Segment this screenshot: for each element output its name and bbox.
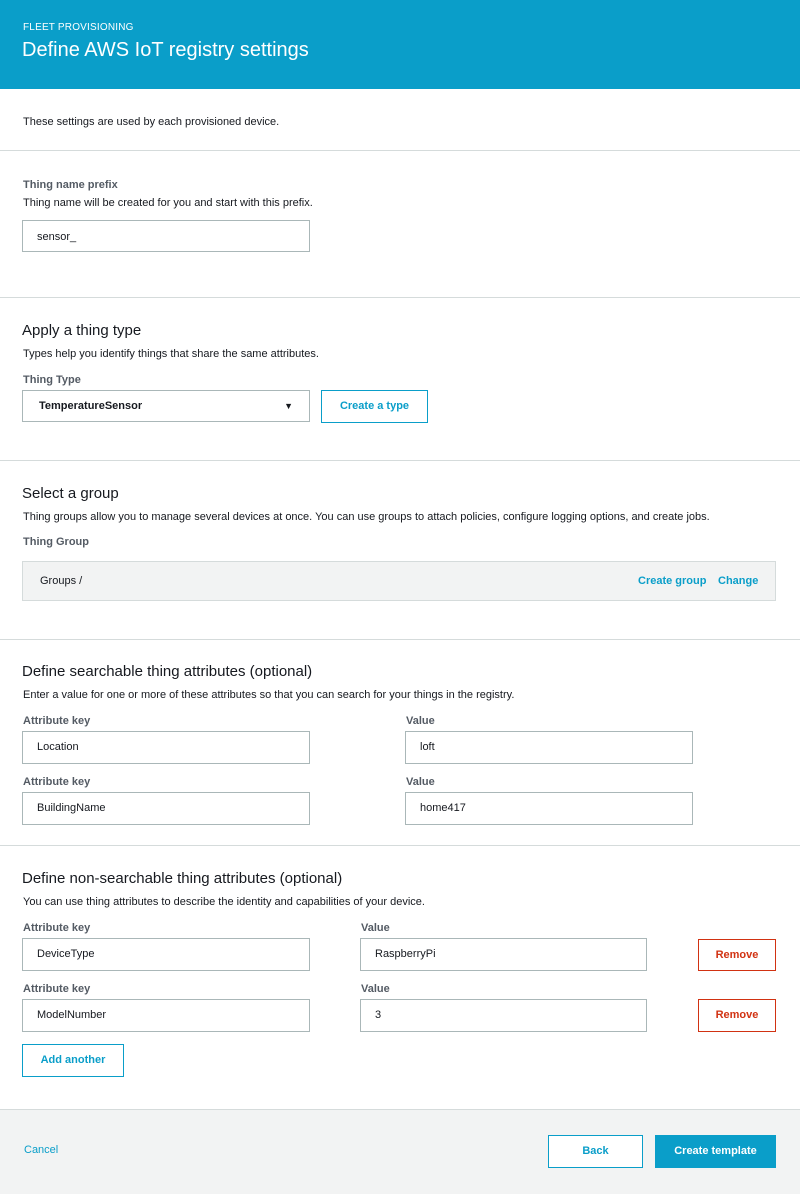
attribute-key-label: Attribute key <box>23 776 91 788</box>
group-heading: Select a group <box>22 485 119 502</box>
nonsearchable-key-input[interactable]: ModelNumber <box>22 999 310 1032</box>
attribute-key-label: Attribute key <box>23 715 91 727</box>
section-divider <box>0 150 800 151</box>
intro-text: These settings are used by each provisio… <box>23 116 280 128</box>
searchable-value-input[interactable]: home417 <box>405 792 693 825</box>
thing-type-description: Types help you identify things that shar… <box>23 348 319 360</box>
thing-type-select[interactable]: TemperatureSensor ▼ <box>22 390 310 422</box>
group-path: Groups / <box>40 575 83 587</box>
add-another-button[interactable]: Add another <box>22 1044 124 1077</box>
attribute-value-label: Value <box>361 983 390 995</box>
thing-name-prefix-input[interactable]: sensor_ <box>22 220 310 252</box>
searchable-attributes-description: Enter a value for one or more of these a… <box>23 689 515 701</box>
back-button[interactable]: Back <box>548 1135 643 1168</box>
nonsearchable-value-input[interactable]: RaspberryPi <box>360 938 647 971</box>
searchable-key-input[interactable]: Location <box>22 731 310 764</box>
thing-type-label: Thing Type <box>23 374 81 386</box>
create-template-button[interactable]: Create template <box>655 1135 776 1168</box>
caret-down-icon: ▼ <box>284 401 293 411</box>
searchable-key-input[interactable]: BuildingName <box>22 792 310 825</box>
thing-name-description: Thing name will be created for you and s… <box>23 197 313 209</box>
nonsearchable-attributes-description: You can use thing attributes to describe… <box>23 896 425 908</box>
create-type-button[interactable]: Create a type <box>321 390 428 423</box>
searchable-value-input[interactable]: loft <box>405 731 693 764</box>
thing-name-label: Thing name prefix <box>23 179 118 191</box>
create-group-link[interactable]: Create group <box>638 575 706 587</box>
section-divider <box>0 845 800 846</box>
attribute-key-label: Attribute key <box>23 922 91 934</box>
attribute-key-label: Attribute key <box>23 983 91 995</box>
change-group-link[interactable]: Change <box>718 575 758 587</box>
thing-group-label: Thing Group <box>23 536 89 548</box>
breadcrumb-eyebrow: FLEET PROVISIONING <box>23 22 134 33</box>
nonsearchable-attributes-heading: Define non-searchable thing attributes (… <box>22 870 343 887</box>
attribute-value-label: Value <box>406 776 435 788</box>
page-footer: Cancel Back Create template <box>0 1109 800 1194</box>
remove-attribute-button[interactable]: Remove <box>698 999 776 1032</box>
section-divider <box>0 460 800 461</box>
section-divider <box>0 639 800 640</box>
searchable-attributes-heading: Define searchable thing attributes (opti… <box>22 663 313 680</box>
cancel-link[interactable]: Cancel <box>24 1144 58 1156</box>
page-title: Define AWS IoT registry settings <box>22 39 309 61</box>
group-selector: Groups / Create group Change <box>22 561 776 601</box>
attribute-value-label: Value <box>361 922 390 934</box>
attribute-value-label: Value <box>406 715 435 727</box>
thing-type-heading: Apply a thing type <box>22 322 142 339</box>
group-description: Thing groups allow you to manage several… <box>23 511 710 523</box>
page-header: FLEET PROVISIONING Define AWS IoT regist… <box>0 0 800 89</box>
nonsearchable-value-input[interactable]: 3 <box>360 999 647 1032</box>
section-divider <box>0 297 800 298</box>
thing-type-selected: TemperatureSensor <box>39 400 143 412</box>
nonsearchable-key-input[interactable]: DeviceType <box>22 938 310 971</box>
remove-attribute-button[interactable]: Remove <box>698 939 776 971</box>
